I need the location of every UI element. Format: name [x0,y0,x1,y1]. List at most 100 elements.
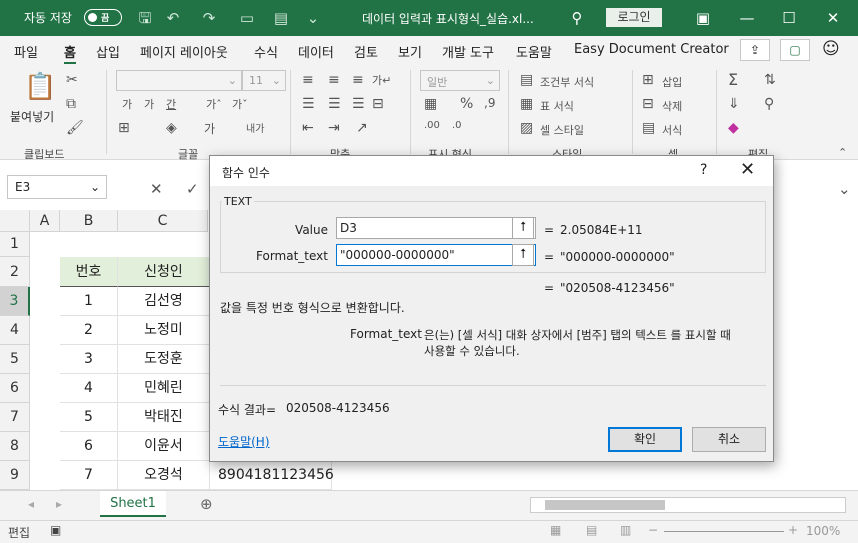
ok-button[interactable]: 확인 [608,427,682,452]
column-header-a[interactable]: A [30,210,60,232]
table-header-applicant[interactable]: 신청인 [118,257,210,287]
superscript-icon[interactable]: 가ˆ [206,96,222,112]
font-color-icon[interactable]: 가 [204,120,215,137]
table-cell-number[interactable]: 7 [60,461,118,490]
tab-review[interactable]: 검토 [354,42,378,61]
name-box[interactable]: E3 ⌄ [7,175,107,199]
table-cell-name[interactable]: 도정훈 [118,345,210,374]
border-icon[interactable]: ⊞ [118,120,130,136]
underline-icon[interactable]: 간 [166,96,176,112]
table-cell-number[interactable]: 2 [60,316,118,345]
tab-view[interactable]: 보기 [398,42,422,61]
cell-style-label[interactable]: 셀 스타일 [540,122,584,138]
help-link[interactable]: 도움말(H) [218,433,270,450]
table-cell-number[interactable]: 5 [60,403,118,432]
cut-icon[interactable]: ✂ [66,72,78,88]
row-header-1[interactable]: 1 [0,232,30,257]
minimize-icon[interactable]: — [738,9,756,27]
column-header-b[interactable]: B [60,210,118,232]
row-header-5[interactable]: 5 [0,345,30,374]
tab-formulas[interactable]: 수식 [254,42,278,61]
increase-font-icon[interactable]: 가 [122,96,132,112]
format-text-collapse-button[interactable]: ⭡ [512,244,534,266]
align-left-icon[interactable]: ☰ [302,96,315,112]
zoom-level[interactable]: 100% [806,524,840,538]
tab-file[interactable]: 파일 [14,42,38,61]
confirm-entry-icon[interactable]: ✓ [186,180,199,198]
delete-cells-icon[interactable]: ⊟ [642,96,654,112]
tab-page-layout[interactable]: 페이지 레이아웃 [140,42,228,61]
zoom-in-icon[interactable]: + [788,523,798,537]
table-format-label[interactable]: 표 서식 [540,98,574,114]
tab-developer[interactable]: 개발 도구 [442,42,494,61]
align-center-icon[interactable]: ☰ [328,96,341,112]
table-format-icon[interactable]: ▦ [520,96,533,112]
redo-icon[interactable]: ↷ [200,9,218,27]
delete-cells-label[interactable]: 삭제 [662,98,682,114]
increase-decimal-icon[interactable]: .00 [424,120,440,131]
tab-easy-document-creator[interactable]: Easy Document Creator [574,42,729,57]
expand-formula-bar-icon[interactable]: ⌄ [838,180,851,198]
normal-view-icon[interactable]: ▦ [550,523,561,537]
format-text-arg-input[interactable]: "000000-0000000" [336,244,536,266]
conditional-format-icon[interactable]: ▤ [520,72,533,88]
table-cell-name[interactable]: 김선영 [118,287,210,316]
value-arg-input[interactable]: D3 [336,217,536,239]
decrease-font-icon[interactable]: 가 [144,96,154,112]
tab-home[interactable]: 홈 [64,42,76,64]
print-preview-icon[interactable]: ▭ [238,9,256,27]
autosave-toggle[interactable]: 끔 [84,9,122,26]
value-collapse-button[interactable]: ⭡ [512,217,534,239]
table-cell-name[interactable]: 오경석 [118,461,210,490]
tab-data[interactable]: 데이터 [298,42,334,61]
increase-indent-icon[interactable]: ⇥ [328,120,340,136]
table-header-number[interactable]: 번호 [60,257,118,287]
autosum-icon[interactable]: Σ [728,70,738,89]
customize-qat-icon[interactable]: ⌄ [304,9,322,27]
table-cell-number[interactable]: 3 [60,345,118,374]
cancel-entry-icon[interactable]: ✕ [150,180,163,198]
align-middle-icon[interactable]: ≡ [328,72,340,88]
decrease-decimal-icon[interactable]: .0 [452,120,462,131]
zoom-slider[interactable] [664,531,784,532]
save-icon[interactable]: 🖫 [136,9,154,27]
table-cell-name[interactable]: 민혜린 [118,374,210,403]
insert-cells-label[interactable]: 삽입 [662,74,682,90]
align-bottom-icon[interactable]: ≡ [352,72,364,88]
search-icon[interactable]: ⚲ [568,9,586,27]
subscript-icon[interactable]: 가ˇ [232,96,248,112]
table-cell-name[interactable]: 노정미 [118,316,210,345]
row-header-6[interactable]: 6 [0,374,30,403]
font-name-select[interactable]: ⌄ [116,70,242,91]
table-cell-name[interactable]: 이윤서 [118,432,210,461]
page-break-view-icon[interactable]: ▥ [620,523,631,537]
comments-button[interactable]: ▢ [780,39,810,61]
share-button[interactable]: ⇪ [740,39,770,61]
select-all-corner[interactable] [0,210,30,232]
collapse-ribbon-icon[interactable]: ⌃ [838,146,847,159]
row-header-2[interactable]: 2 [0,257,30,287]
page-layout-view-icon[interactable]: ▤ [586,523,597,537]
dialog-close-icon[interactable]: ✕ [740,159,755,180]
close-icon[interactable]: ✕ [824,9,842,27]
wrap-text-icon[interactable]: 가↵ [372,72,391,88]
table-cell-id-number[interactable]: 8904181123456 [210,461,334,490]
clear-icon[interactable]: ◆ [728,120,739,136]
row-header-4[interactable]: 4 [0,316,30,345]
scrollbar-thumb[interactable] [545,500,665,510]
number-format-select[interactable]: 일반 ⌄ [420,70,500,91]
copy-icon[interactable]: ⧉ [66,96,76,112]
percent-style-icon[interactable]: % [460,96,473,112]
format-painter-icon[interactable]: 🖌 [66,120,84,136]
maximize-icon[interactable]: ☐ [780,9,798,27]
scroll-sheets-right-icon[interactable]: ▸ [56,497,62,511]
orientation-icon[interactable]: ↗ [356,120,368,136]
tab-insert[interactable]: 삽입 [96,42,120,61]
format-cells-icon[interactable]: ▤ [642,120,655,136]
row-header-7[interactable]: 7 [0,403,30,432]
table-cell-number[interactable]: 1 [60,287,118,316]
add-sheet-icon[interactable]: ⊕ [200,495,213,513]
decrease-indent-icon[interactable]: ⇤ [302,120,314,136]
sheet-tab[interactable]: Sheet1 [100,491,166,517]
font-size-select[interactable]: 11 ⌄ [242,70,286,91]
